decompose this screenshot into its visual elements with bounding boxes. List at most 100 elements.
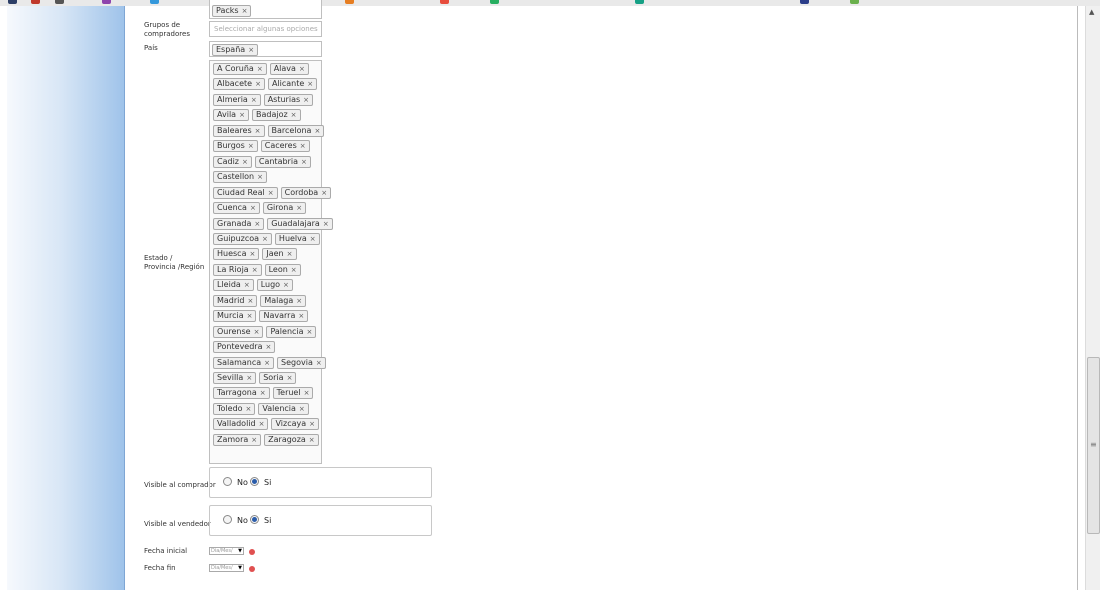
visible-buyer-si-radio[interactable] — [250, 477, 259, 486]
token-remove-icon[interactable]: × — [266, 343, 272, 351]
token-remove-icon[interactable]: × — [323, 220, 329, 228]
radio-si-label: Si — [264, 478, 272, 487]
end-date-select[interactable]: Dia/Mes/ ▼ — [209, 564, 244, 572]
toolbar-icon[interactable] — [150, 0, 159, 4]
token-label: Vizcaya — [275, 419, 307, 429]
token-remove-icon[interactable]: × — [255, 127, 261, 135]
token-label: Jaen — [266, 249, 284, 259]
token-remove-icon[interactable]: × — [296, 204, 302, 212]
visible-buyer-no-radio[interactable] — [223, 477, 232, 486]
country-select-field[interactable]: España × — [209, 41, 322, 57]
token-label: Tarragona — [217, 388, 257, 398]
token-remove-icon[interactable]: × — [310, 235, 316, 243]
province-token: Huesca × — [213, 248, 260, 261]
token-remove-icon[interactable]: × — [264, 359, 270, 367]
token-remove-icon[interactable]: × — [252, 266, 258, 274]
token-remove-icon[interactable]: × — [299, 65, 305, 73]
token-remove-icon[interactable]: × — [239, 111, 245, 119]
toolbar-icon[interactable] — [440, 0, 449, 4]
toolbar-icon[interactable] — [490, 0, 499, 4]
toolbar-icon[interactable] — [635, 0, 644, 4]
token-remove-icon[interactable]: × — [300, 142, 306, 150]
token-remove-icon[interactable]: × — [296, 297, 302, 305]
token-remove-icon[interactable]: × — [254, 220, 260, 228]
toolbar-icon[interactable] — [850, 0, 859, 4]
province-token-row: Cuenca × Girona × — [213, 202, 309, 215]
token-remove-icon[interactable]: × — [250, 204, 256, 212]
token-remove-icon[interactable]: × — [301, 158, 307, 166]
token-remove-icon[interactable]: × — [247, 297, 253, 305]
radio-si-label: Si — [264, 516, 272, 525]
token-remove-icon[interactable]: × — [321, 189, 327, 197]
token-label: Albacete — [217, 79, 253, 89]
token-label: Malaga — [264, 295, 294, 305]
token-remove-icon[interactable]: × — [248, 46, 254, 54]
visible-seller-no-radio[interactable] — [223, 515, 232, 524]
province-token: Badajoz × — [251, 109, 301, 122]
token-label: Baleares — [217, 125, 252, 135]
token-remove-icon[interactable]: × — [254, 328, 260, 336]
toolbar-icon[interactable] — [55, 0, 64, 4]
visible-seller-label: Visible al vendedor — [144, 520, 211, 528]
token-remove-icon[interactable]: × — [249, 250, 255, 258]
visible-seller-radio-group: No Si — [209, 505, 432, 536]
token-remove-icon[interactable]: × — [257, 65, 263, 73]
token-remove-icon[interactable]: × — [262, 235, 268, 243]
token-remove-icon[interactable]: × — [309, 420, 315, 428]
province-token: Madrid × — [213, 294, 258, 307]
token-remove-icon[interactable]: × — [248, 142, 254, 150]
token-remove-icon[interactable]: × — [314, 127, 320, 135]
visible-seller-si-radio[interactable] — [250, 515, 259, 524]
end-date-error-icon — [249, 566, 255, 572]
token-remove-icon[interactable]: × — [242, 158, 248, 166]
token-remove-icon[interactable]: × — [303, 96, 309, 104]
token-remove-icon[interactable]: × — [257, 173, 263, 181]
province-token: Albacete × — [213, 78, 265, 91]
token-remove-icon[interactable]: × — [307, 80, 313, 88]
province-token-row: Lleida × Lugo × — [213, 279, 296, 292]
token-remove-icon[interactable]: × — [283, 281, 289, 289]
token-remove-icon[interactable]: × — [268, 189, 274, 197]
toolbar-icon[interactable] — [102, 0, 111, 4]
token-remove-icon[interactable]: × — [259, 420, 265, 428]
toolbar-icon[interactable] — [800, 0, 809, 4]
token-remove-icon[interactable]: × — [309, 436, 315, 444]
token-remove-icon[interactable]: × — [246, 405, 252, 413]
toolbar-icon[interactable] — [31, 0, 40, 4]
token-remove-icon[interactable]: × — [247, 312, 253, 320]
start-date-select[interactable]: Dia/Mes/ ▼ — [209, 547, 244, 555]
scroll-up-arrow-icon[interactable]: ▲ — [1089, 8, 1094, 16]
token-remove-icon[interactable]: × — [251, 436, 257, 444]
token-label: Guadalajara — [271, 218, 320, 228]
token-remove-icon[interactable]: × — [255, 80, 261, 88]
start-date-error-icon — [249, 549, 255, 555]
token-remove-icon[interactable]: × — [251, 96, 257, 104]
token-remove-icon[interactable]: × — [260, 389, 266, 397]
token-remove-icon[interactable]: × — [298, 312, 304, 320]
token-label: Ciudad Real — [217, 187, 265, 197]
token-label: Zamora — [217, 434, 249, 444]
toolbar-icon[interactable] — [345, 0, 354, 4]
province-token: Pontevedra × — [213, 341, 276, 354]
province-select-field[interactable]: A Coruña × Alava × Albacete × Alicante × Almeria… — [209, 60, 333, 464]
token-remove-icon[interactable]: × — [242, 7, 248, 15]
token-remove-icon[interactable]: × — [304, 389, 310, 397]
token-remove-icon[interactable]: × — [246, 374, 252, 382]
token-remove-icon[interactable]: × — [291, 266, 297, 274]
token-remove-icon[interactable]: × — [287, 374, 293, 382]
province-token-row: Almeria × Asturias × — [213, 93, 316, 106]
province-token-row: Baleares × Barcelona × — [213, 124, 327, 137]
token-label: A Coruña — [217, 64, 254, 73]
groups-search-input[interactable]: Seleccionar algunas opciones — [209, 21, 322, 37]
groups-select-field[interactable]: Packs × — [209, 0, 322, 19]
token-remove-icon[interactable]: × — [299, 405, 305, 413]
province-token: Segovia × — [277, 356, 326, 369]
token-remove-icon[interactable]: × — [316, 359, 322, 367]
token-remove-icon[interactable]: × — [287, 250, 293, 258]
chevron-down-icon: ▼ — [238, 565, 242, 571]
token-remove-icon[interactable]: × — [291, 111, 297, 119]
province-token: Alicante × — [267, 78, 318, 91]
token-remove-icon[interactable]: × — [244, 281, 250, 289]
toolbar-icon[interactable] — [8, 0, 17, 4]
token-remove-icon[interactable]: × — [307, 328, 313, 336]
